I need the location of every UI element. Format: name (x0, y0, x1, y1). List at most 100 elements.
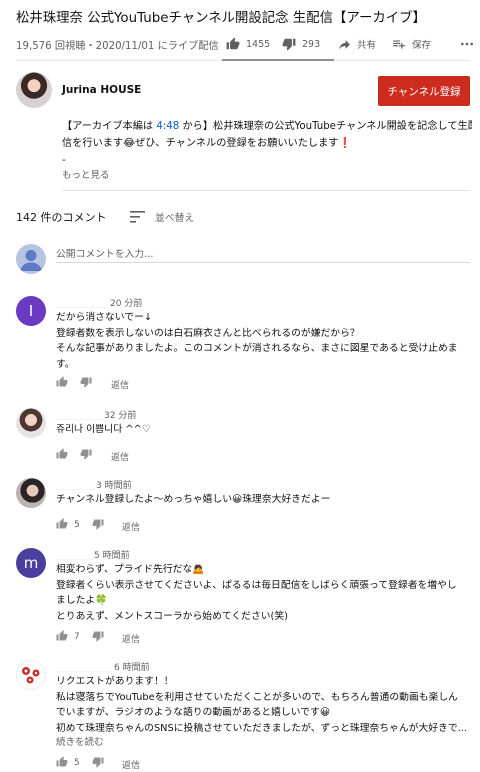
commenter-name[interactable] (56, 659, 112, 672)
video-meta-row: 19,576 回視聴・2020/11/01 にライブ配信 1455 293 共有… (16, 34, 473, 54)
thumbs-up-icon[interactable] (56, 756, 68, 768)
commenter-avatar[interactable] (16, 408, 46, 438)
dislike-button[interactable]: 293 (282, 34, 320, 54)
more-horiz-icon (461, 42, 473, 46)
video-description: 【アーカイブ本編は 4:48 から】松井珠理奈の公式YouTubeチャンネル開設… (62, 118, 472, 169)
thumbs-down-icon[interactable] (80, 448, 92, 460)
comment-line: す。 (56, 358, 75, 370)
share-label: 共有 (357, 40, 377, 51)
comment-text: 相変わらず、プライド先行だな🙇 登録者くらい表示させてくださいよ、ぱるるは毎日配… (56, 562, 470, 624)
commenter-name[interactable] (56, 547, 94, 560)
thumbs-down-icon[interactable] (92, 756, 104, 768)
commenter-name[interactable] (56, 295, 108, 308)
description-line: - (62, 155, 66, 166)
comment-line: だから消さないでー↓ (56, 312, 153, 323)
comment-actions: 返信 (56, 376, 356, 392)
comment-time[interactable]: 6 時間前 (114, 660, 150, 673)
commenter-name[interactable] (56, 407, 104, 420)
commenter-avatar[interactable]: I (16, 296, 46, 326)
thumbs-down-icon[interactable] (80, 376, 92, 388)
thumbs-down-icon[interactable] (92, 518, 104, 530)
share-icon (339, 39, 350, 49)
channel-row: Jurina HOUSE チャンネル登録 (16, 72, 472, 110)
comment-line: リクエストがあります！！ (56, 676, 174, 687)
comment-item: 3 時間前 チャンネル登録したよ〜めっちゃ嬉しい😀珠理奈大好きだよー 5 返信 (16, 477, 472, 534)
channel-avatar[interactable] (16, 72, 52, 108)
comment-count: 142 件のコメント (16, 211, 107, 224)
dislike-count: 293 (302, 38, 321, 50)
commenter-avatar[interactable] (16, 660, 46, 690)
comment-line: でいますが、ラジオのような語りの動画があると嬉しいです😀 (56, 707, 331, 718)
comment-actions: 5 返信 (56, 756, 356, 772)
video-actions: 1455 293 共有 保存 (226, 34, 476, 54)
like-count: 1455 (246, 38, 271, 50)
comment-text: だから消さないでー↓ 登録者数を表示しないのは白石麻衣さんと比べられるのが嫌だか… (56, 310, 470, 372)
comment-line: チャンネル登録したよ〜めっちゃ嬉しい😀珠理奈大好きだよー (56, 494, 331, 505)
sort-label: 並べ替え (155, 213, 195, 224)
like-button[interactable]: 1455 (226, 34, 270, 54)
thumbs-down-icon (282, 38, 296, 51)
read-more-button[interactable]: 続きを読む (56, 734, 104, 748)
comment-time[interactable]: 20 分前 (110, 296, 142, 309)
comment-like-count: 7 (74, 632, 80, 642)
comment-time[interactable]: 32 分前 (104, 408, 136, 421)
commenter-name[interactable] (56, 477, 96, 490)
comments-header: 142 件のコメント 並べ替え (16, 208, 316, 226)
thumbs-up-icon[interactable] (56, 448, 68, 460)
comment-line: 쥬리나 이쁩니다 ^^♡ (56, 424, 151, 435)
comment-line: そんな記事がありましたよ。このコメントが消されるなら、まさに図星であると受け止め… (56, 343, 458, 354)
commenter-avatar[interactable]: m (16, 548, 46, 578)
video-title: 松井珠理奈 公式YouTubeチャンネル開設記念 生配信【アーカイブ】 (16, 11, 426, 26)
comment-time[interactable]: 5 時間前 (94, 548, 130, 561)
reply-button[interactable]: 返信 (122, 632, 140, 645)
comment-item: 6 時間前 リクエストがあります！！ 私は寝落ちでYouTubeを利用させていた… (16, 659, 472, 772)
comment-item: m 5 時間前 相変わらず、プライド先行だな🙇 登録者くらい表示させてくださいよ… (16, 547, 472, 648)
comment-time[interactable]: 3 時間前 (96, 478, 132, 491)
thumbs-down-icon[interactable] (92, 630, 104, 642)
comment-line: 登録者数を表示しないのは白石麻衣さんと比べられるのが嫌だから？ (56, 327, 360, 339)
comment-text: チャンネル登録したよ〜めっちゃ嬉しい😀珠理奈大好きだよー (56, 492, 470, 508)
reply-button[interactable]: 返信 (122, 520, 140, 533)
sort-icon (130, 211, 145, 223)
description-line: 信を行います😂ぜひ、チャンネルの登録をお願いいたします❗ (62, 138, 352, 149)
thumbs-up-icon[interactable] (56, 630, 68, 642)
divider (62, 190, 470, 191)
show-more-button[interactable]: もっと見る (62, 167, 110, 181)
view-info: 19,576 回視聴・2020/11/01 にライブ配信 (16, 41, 219, 52)
channel-name[interactable]: Jurina HOUSE (62, 84, 141, 96)
reply-button[interactable]: 返信 (122, 758, 140, 771)
share-button[interactable]: 共有 (338, 34, 376, 54)
comment-like-count: 5 (74, 758, 80, 768)
subscribe-button[interactable]: チャンネル登録 (378, 76, 470, 106)
playlist-add-icon (393, 40, 405, 49)
flower-avatar-icon (22, 667, 40, 684)
thumbs-up-icon (226, 37, 240, 50)
comment-line: 登録者くらい表示させてくださいよ、ぱるるは毎日配信をしばらく頑張って登録者を増や… (56, 579, 457, 591)
thumbs-up-icon[interactable] (56, 518, 68, 530)
save-button[interactable]: 保存 (392, 34, 431, 54)
reply-button[interactable]: 返信 (111, 378, 129, 391)
comment-line: 相変わらず、プライド先行だな🙇 (56, 564, 205, 575)
comment-line: とりあえず、メントスコーラから始めてください(笑) (56, 610, 288, 622)
comment-actions: 5 返信 (56, 518, 356, 534)
more-actions-button[interactable] (460, 34, 480, 54)
description-line: 【アーカイブ本編は 4:48 から】松井珠理奈の公式YouTubeチャンネル開設… (62, 118, 472, 135)
input-underline (56, 262, 470, 263)
commenter-avatar[interactable] (16, 478, 46, 508)
comment-actions: 7 返信 (56, 630, 356, 646)
comment-text: 쥬리나 이쁩니다 ^^♡ (56, 422, 470, 438)
timestamp-link[interactable]: 4:48 (156, 121, 179, 132)
add-comment (16, 244, 472, 276)
thumbs-up-icon[interactable] (56, 376, 68, 388)
like-ratio-bar (222, 59, 334, 61)
description-text: から】松井珠理奈の公式YouTubeチャンネル開設を記念して生配 (179, 121, 472, 132)
sort-button[interactable]: 並べ替え (130, 208, 194, 226)
comment-text: リクエストがあります！！ 私は寝落ちでYouTubeを利用させていただくことが多… (56, 674, 470, 736)
comment-item: I 20 分前 だから消さないでー↓ 登録者数を表示しないのは白石麻衣さんと比べ… (16, 295, 472, 392)
description-text: 【アーカイブ本編は (62, 121, 157, 132)
comment-line: 私は寝落ちでYouTubeを利用させていただくことが多いので、もちろん普通の動画… (56, 691, 458, 703)
reply-button[interactable]: 返信 (111, 450, 129, 463)
user-avatar-icon (16, 244, 46, 274)
comment-input[interactable] (56, 246, 470, 262)
comment-actions: 返信 (56, 448, 356, 464)
